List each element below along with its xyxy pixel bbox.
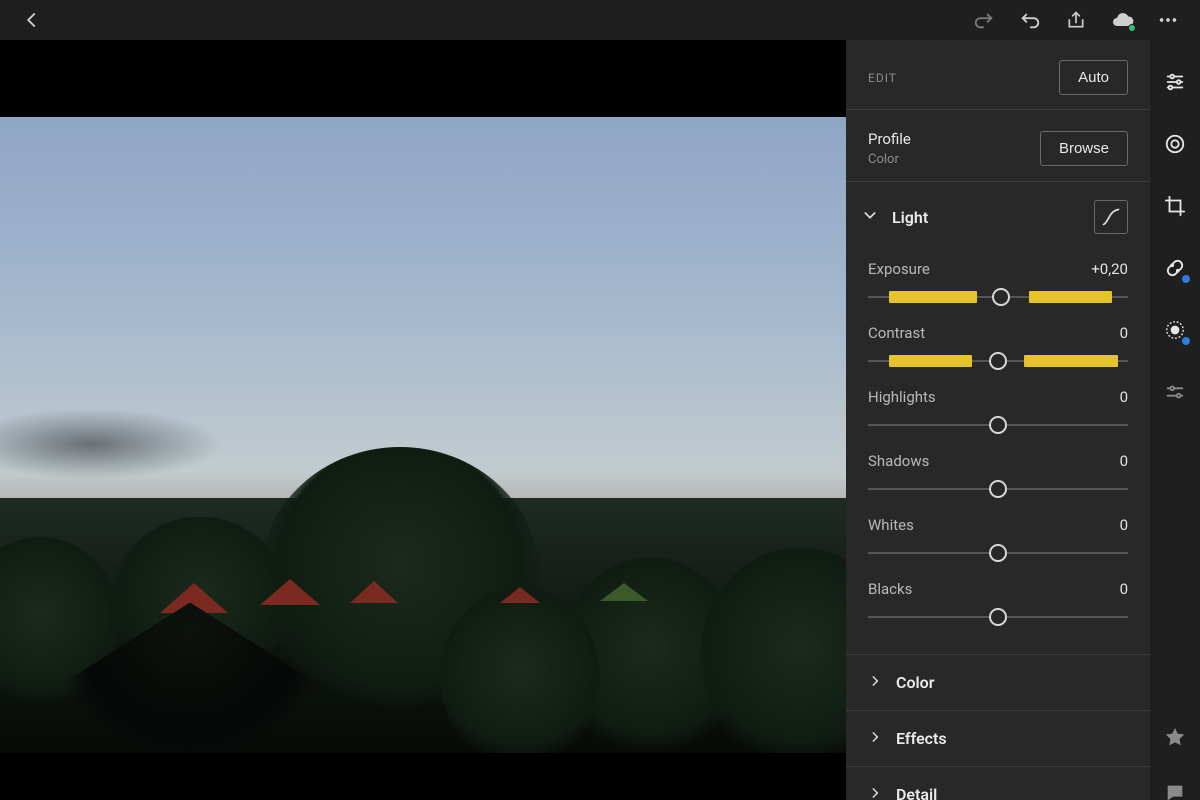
- effects-panel-title: Effects: [896, 729, 947, 748]
- profile-value: Color: [868, 152, 911, 167]
- star-icon: [1164, 726, 1186, 748]
- whites-label: Whites: [868, 516, 914, 534]
- masking-tool[interactable]: [1161, 316, 1189, 344]
- settings-tool[interactable]: [1161, 378, 1189, 406]
- top-bar: [0, 0, 1200, 40]
- color-panel-title: Color: [896, 673, 934, 692]
- color-panel-header[interactable]: Color: [846, 654, 1150, 710]
- contrast-value: 0: [1120, 324, 1128, 342]
- highlights-value: 0: [1120, 388, 1128, 406]
- healing-tool[interactable]: [1161, 254, 1189, 282]
- effects-panel-header[interactable]: Effects: [846, 710, 1150, 766]
- tone-curve-button[interactable]: [1094, 200, 1128, 234]
- highlights-label: Highlights: [868, 388, 936, 406]
- settings-icon: [1164, 381, 1186, 403]
- highlights-slider[interactable]: Highlights 0: [868, 388, 1128, 434]
- presets-tool[interactable]: [1161, 130, 1189, 158]
- share-button[interactable]: [1056, 0, 1096, 40]
- light-sliders: Exposure +0,20 Contrast 0: [846, 242, 1150, 654]
- browse-profile-button[interactable]: Browse: [1040, 131, 1128, 166]
- exposure-slider[interactable]: Exposure +0,20: [868, 260, 1128, 306]
- rate-tool[interactable]: [1161, 723, 1189, 751]
- back-button[interactable]: [12, 0, 52, 40]
- cloud-sync-button[interactable]: [1102, 0, 1142, 40]
- premium-badge-icon: [1181, 336, 1191, 346]
- comment-tool[interactable]: [1161, 779, 1189, 800]
- undo-button[interactable]: [1010, 0, 1050, 40]
- more-button[interactable]: [1148, 0, 1188, 40]
- shadows-label: Shadows: [868, 452, 929, 470]
- contrast-slider[interactable]: Contrast 0: [868, 324, 1128, 370]
- exposure-label: Exposure: [868, 260, 930, 278]
- auto-button[interactable]: Auto: [1059, 60, 1128, 95]
- blacks-value: 0: [1120, 580, 1128, 598]
- profile-label: Profile: [868, 130, 911, 148]
- contrast-label: Contrast: [868, 324, 925, 342]
- redo-button[interactable]: [964, 0, 1004, 40]
- detail-panel-header[interactable]: Detail: [846, 766, 1150, 800]
- light-panel-header[interactable]: Light: [846, 182, 1150, 242]
- exposure-value: +0,20: [1091, 260, 1128, 278]
- sync-status-dot: [1128, 24, 1136, 32]
- edit-sidebar: EDIT Auto Profile Color Browse Light: [846, 40, 1150, 800]
- chevron-right-icon: [868, 729, 882, 748]
- adjust-tool[interactable]: [1161, 68, 1189, 96]
- chevron-down-icon: [862, 207, 878, 227]
- shadows-slider[interactable]: Shadows 0: [868, 452, 1128, 498]
- chevron-right-icon: [868, 785, 882, 800]
- crop-tool[interactable]: [1161, 192, 1189, 220]
- chevron-right-icon: [868, 673, 882, 692]
- whites-slider[interactable]: Whites 0: [868, 516, 1128, 562]
- photo-preview: [0, 117, 846, 753]
- image-canvas[interactable]: [0, 40, 846, 800]
- crop-icon: [1164, 195, 1186, 217]
- edit-heading: EDIT: [868, 71, 897, 85]
- blacks-slider[interactable]: Blacks 0: [868, 580, 1128, 626]
- light-panel-title: Light: [892, 208, 1080, 227]
- adjust-icon: [1164, 71, 1186, 93]
- shadows-value: 0: [1120, 452, 1128, 470]
- comment-icon: [1164, 782, 1186, 800]
- premium-badge-icon: [1181, 274, 1191, 284]
- detail-panel-title: Detail: [896, 785, 937, 800]
- presets-icon: [1164, 133, 1186, 155]
- whites-value: 0: [1120, 516, 1128, 534]
- tool-rail: [1150, 40, 1200, 800]
- blacks-label: Blacks: [868, 580, 912, 598]
